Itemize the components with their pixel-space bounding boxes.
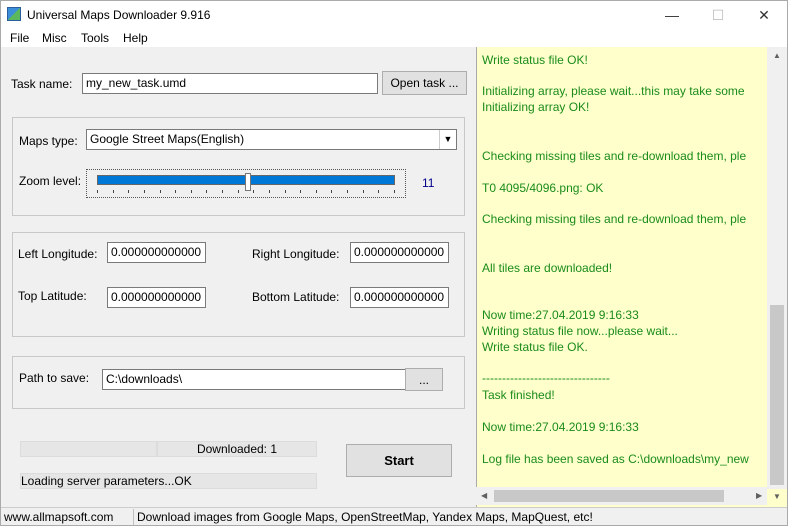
- zoom-level-value: 11: [422, 176, 435, 190]
- log-horizontal-scrollbar[interactable]: ◀ ▶: [476, 487, 767, 505]
- log-line: Checking missing tiles and re-download t…: [482, 212, 747, 226]
- top-latitude-label: Top Latitude:: [18, 289, 87, 303]
- bottom-latitude-input[interactable]: 0.000000000000: [350, 287, 449, 308]
- path-group: Path to save: C:\downloads\ ...: [12, 356, 465, 409]
- chevron-down-icon: ▼: [439, 130, 456, 149]
- log-line: All tiles are downloaded!: [482, 261, 613, 275]
- downloaded-counter: Downloaded: 1: [157, 441, 317, 457]
- right-longitude-label: Right Longitude:: [252, 247, 340, 261]
- download-progress-bar: [20, 441, 157, 457]
- settings-panel: Task name: my_new_task.umd Open task ...…: [1, 47, 475, 507]
- menu-bar: File Misc Tools Help: [1, 29, 787, 47]
- menu-misc[interactable]: Misc: [42, 31, 67, 45]
- log-line: T0 4095/4096.png: OK: [482, 181, 604, 195]
- path-label: Path to save:: [19, 371, 90, 385]
- browse-button[interactable]: ...: [405, 368, 443, 391]
- maps-type-label: Maps type:: [19, 134, 78, 148]
- title-bar: Universal Maps Downloader 9.916 — ☐ ✕: [1, 1, 787, 29]
- menu-help[interactable]: Help: [123, 31, 148, 45]
- zoom-slider-ticks: [97, 190, 395, 193]
- bottom-latitude-label: Bottom Latitude:: [252, 290, 340, 304]
- horizontal-scroll-thumb[interactable]: [494, 490, 724, 502]
- log-line: --------------------------------: [482, 371, 610, 385]
- status-progress-bar: Loading server parameters...OK: [20, 473, 317, 489]
- task-name-input[interactable]: my_new_task.umd: [82, 73, 378, 94]
- downloaded-count-text: Downloaded: 1: [196, 442, 278, 456]
- log-line: Write status file OK.: [482, 340, 588, 354]
- close-button[interactable]: ✕: [741, 1, 787, 29]
- window-title: Universal Maps Downloader 9.916: [27, 8, 211, 22]
- menu-file[interactable]: File: [10, 31, 29, 45]
- scroll-left-icon[interactable]: ◀: [481, 491, 487, 500]
- open-task-button[interactable]: Open task ...: [382, 71, 467, 95]
- start-button[interactable]: Start: [346, 444, 452, 477]
- minimize-button[interactable]: —: [649, 1, 695, 29]
- scroll-up-icon[interactable]: ▲: [773, 51, 781, 60]
- path-input[interactable]: C:\downloads\: [102, 369, 409, 390]
- left-longitude-input[interactable]: 0.000000000000: [107, 242, 206, 263]
- log-line: Write status file OK!: [482, 53, 588, 67]
- log-line: Initializing array OK!: [482, 100, 590, 114]
- log-line: Writing status file now...please wait...: [482, 324, 678, 338]
- task-name-label: Task name:: [11, 77, 73, 91]
- log-line: Log file has been saved as C:\downloads\…: [482, 452, 749, 466]
- app-window: Universal Maps Downloader 9.916 — ☐ ✕ Fi…: [0, 0, 788, 526]
- log-line: Initializing array, please wait...this m…: [482, 84, 745, 98]
- right-longitude-input[interactable]: 0.000000000000: [350, 242, 449, 263]
- log-vertical-scrollbar[interactable]: ▲: [767, 47, 787, 489]
- menu-tools[interactable]: Tools: [81, 31, 109, 45]
- log-panel: Write status file OK! Initializing array…: [476, 47, 787, 507]
- maximize-button[interactable]: ☐: [695, 1, 741, 29]
- maps-type-select[interactable]: Google Street Maps(English) ▼: [86, 129, 457, 150]
- status-bar: www.allmapsoft.com Download images from …: [1, 507, 787, 525]
- app-icon: [7, 7, 21, 21]
- website-link[interactable]: www.allmapsoft.com: [1, 509, 134, 525]
- maps-type-value: Google Street Maps(English): [90, 132, 245, 146]
- log-line: Checking missing tiles and re-download t…: [482, 149, 747, 163]
- status-message: Download images from Google Maps, OpenSt…: [137, 510, 593, 524]
- scroll-right-icon[interactable]: ▶: [756, 491, 762, 500]
- log-line: Task finished!: [482, 388, 555, 402]
- log-line: Now time:27.04.2019 9:16:33: [482, 308, 639, 322]
- loading-status-text: Loading server parameters...OK: [21, 474, 192, 488]
- coordinates-group: Left Longitude: 0.000000000000 Right Lon…: [12, 232, 465, 337]
- scroll-down-icon[interactable]: ▼: [773, 492, 781, 501]
- left-longitude-label: Left Longitude:: [18, 247, 98, 261]
- zoom-slider-handle[interactable]: [245, 173, 251, 191]
- vertical-scroll-thumb[interactable]: [770, 305, 784, 485]
- zoom-slider[interactable]: [86, 169, 406, 198]
- top-latitude-input[interactable]: 0.000000000000: [107, 287, 206, 308]
- log-line: Now time:27.04.2019 9:16:33: [482, 420, 639, 434]
- maps-group: Maps type: Google Street Maps(English) ▼…: [12, 117, 465, 216]
- zoom-level-label: Zoom level:: [19, 174, 82, 188]
